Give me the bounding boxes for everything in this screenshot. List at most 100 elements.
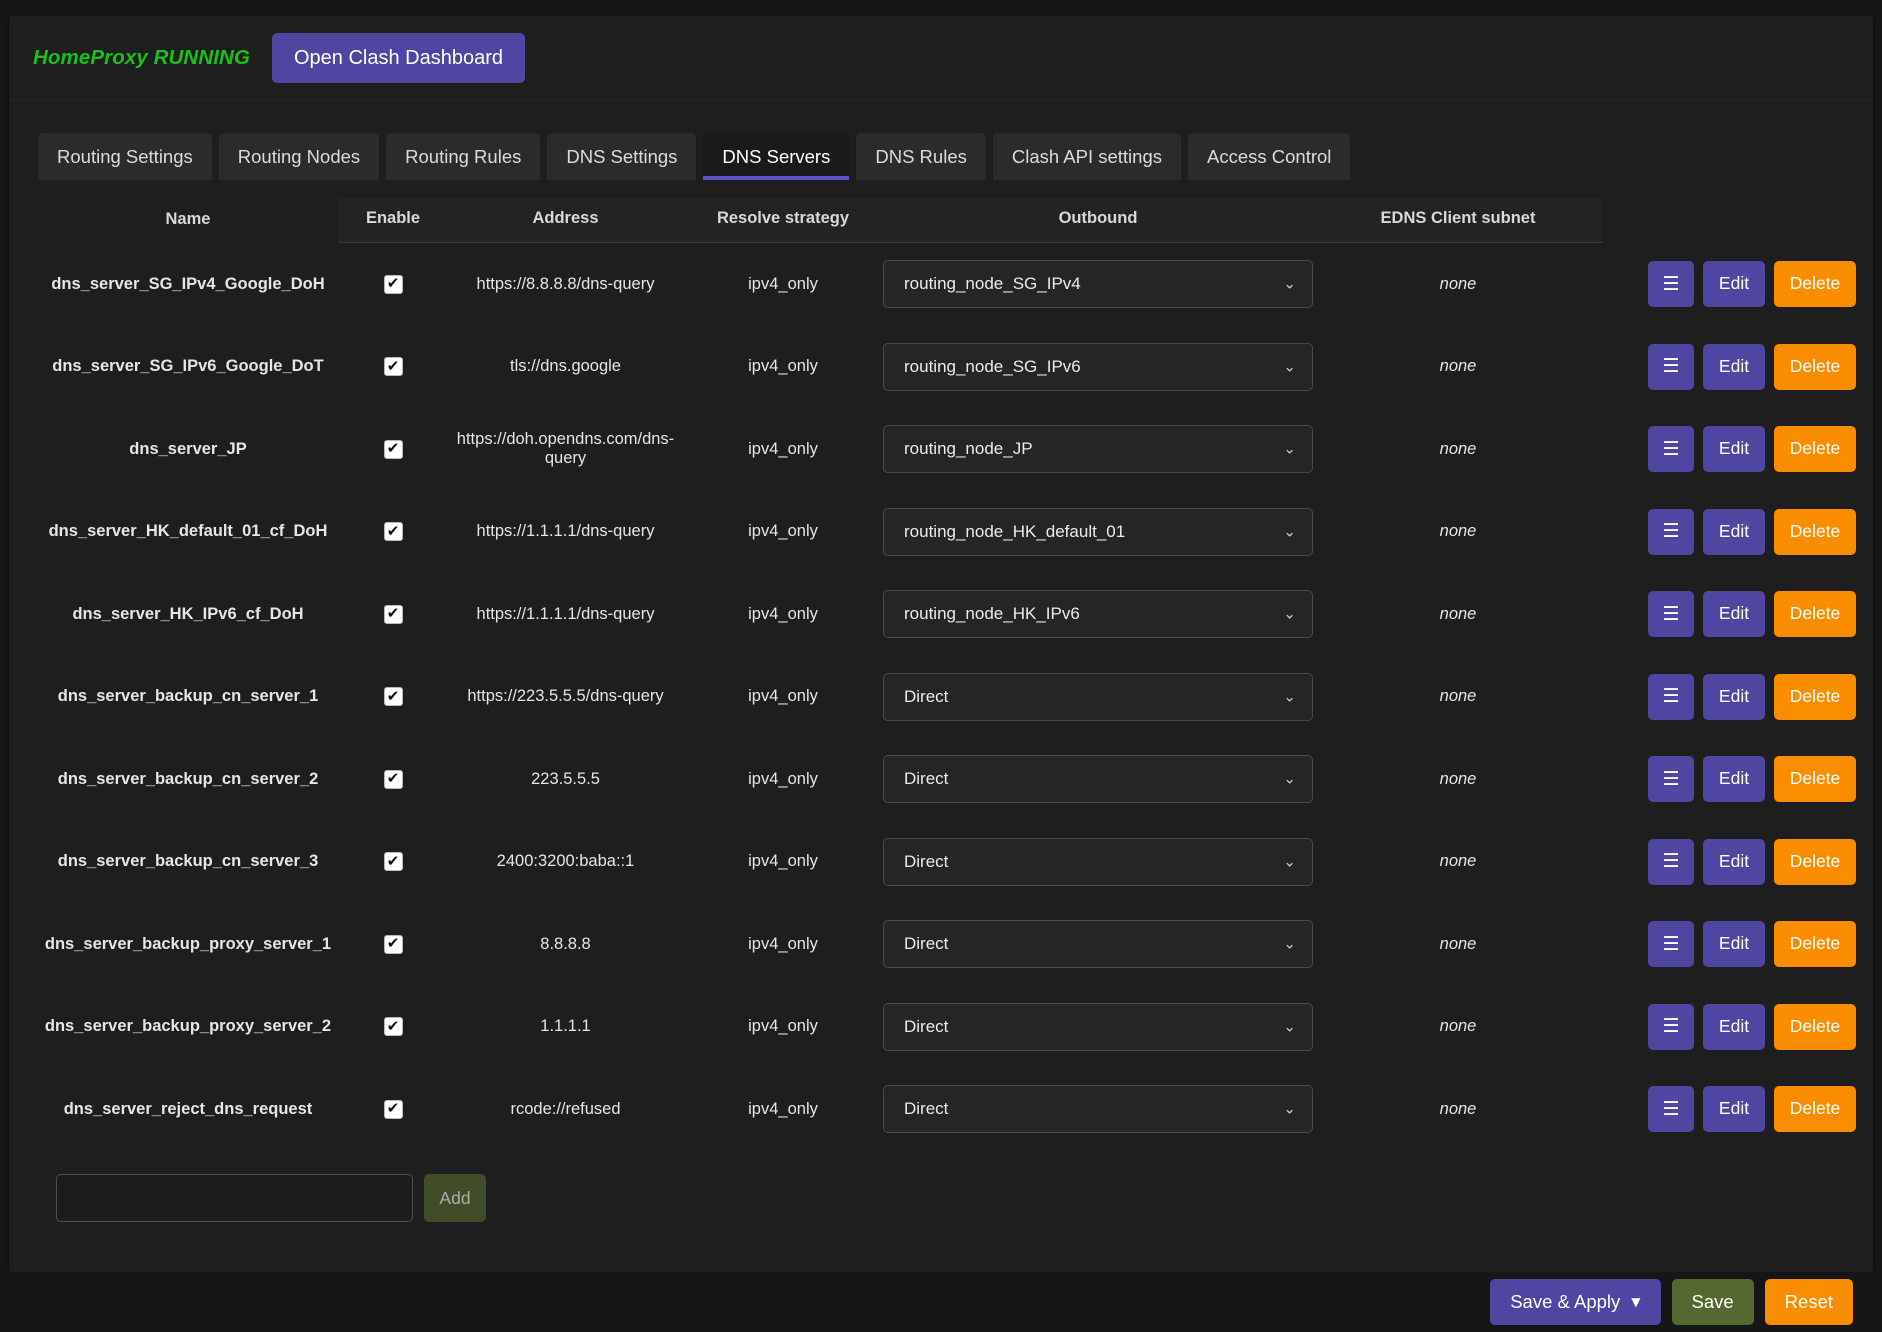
delete-button[interactable]: Delete: [1774, 508, 1856, 555]
hamburger-icon[interactable]: ☰: [1648, 261, 1694, 308]
outbound-select[interactable]: Direct ⌄: [883, 1085, 1313, 1134]
row-actions: ☰ Edit Delete: [1603, 1086, 1858, 1133]
outbound-select[interactable]: Direct ⌄: [883, 755, 1313, 804]
outbound-select[interactable]: Direct ⌄: [883, 672, 1313, 721]
new-server-name-input[interactable]: [56, 1174, 413, 1223]
delete-button[interactable]: Delete: [1774, 673, 1856, 720]
enable-cell: [338, 408, 448, 491]
reset-button[interactable]: Reset: [1764, 1279, 1853, 1325]
outbound-select[interactable]: Direct ⌄: [883, 837, 1313, 886]
server-address: 2400:3200:baba::1: [496, 852, 635, 871]
enable-checkbox[interactable]: [383, 934, 403, 954]
delete-button[interactable]: Delete: [1774, 756, 1856, 803]
enable-checkbox[interactable]: [383, 1017, 403, 1037]
enable-checkbox[interactable]: [383, 687, 403, 707]
save-and-apply-button[interactable]: Save & Apply ▼: [1490, 1279, 1661, 1325]
table-header: Name Enable Address Resolve strategy Out…: [38, 198, 1858, 244]
add-server-button[interactable]: Add: [424, 1174, 486, 1223]
server-address: 1.1.1.1: [540, 1017, 591, 1036]
outbound-select[interactable]: routing_node_HK_IPv6 ⌄: [883, 590, 1313, 639]
hamburger-icon[interactable]: ☰: [1648, 921, 1694, 968]
hamburger-icon[interactable]: ☰: [1648, 426, 1694, 473]
add-server-row: Add: [9, 1150, 1873, 1223]
row-actions: ☰ Edit Delete: [1603, 261, 1858, 308]
enable-checkbox[interactable]: [383, 357, 403, 377]
outbound-select[interactable]: routing_node_SG_IPv4 ⌄: [883, 260, 1313, 309]
chevron-down-icon: ⌄: [1283, 852, 1296, 871]
edit-button[interactable]: Edit: [1703, 673, 1765, 720]
hamburger-icon[interactable]: ☰: [1648, 508, 1694, 555]
edit-button[interactable]: Edit: [1703, 1003, 1765, 1050]
resolve-strategy: ipv4_only: [748, 852, 818, 871]
delete-button[interactable]: Delete: [1774, 1003, 1856, 1050]
delete-button[interactable]: Delete: [1774, 591, 1856, 638]
outbound-cell: Direct ⌄: [883, 903, 1313, 986]
enable-checkbox[interactable]: [383, 604, 403, 624]
hamburger-icon[interactable]: ☰: [1648, 673, 1694, 720]
resolve-strategy: ipv4_only: [748, 934, 818, 953]
outbound-select[interactable]: routing_node_SG_IPv6 ⌄: [883, 342, 1313, 391]
hamburger-icon[interactable]: ☰: [1648, 838, 1694, 885]
row-actions-cell: ☰ Edit Delete: [1603, 903, 1858, 986]
open-clash-dashboard-button[interactable]: Open Clash Dashboard: [272, 32, 526, 83]
edit-button[interactable]: Edit: [1703, 591, 1765, 638]
edit-button[interactable]: Edit: [1703, 921, 1765, 968]
edit-button[interactable]: Edit: [1703, 261, 1765, 308]
enable-checkbox[interactable]: [383, 274, 403, 294]
edns-client-subnet: none: [1439, 769, 1477, 788]
server-address: https://223.5.5.5/dns-query: [467, 687, 664, 706]
enable-checkbox[interactable]: [383, 522, 403, 542]
table-row: dns_server_backup_proxy_server_2 1.1.1.1 i…: [38, 985, 1858, 1068]
tab-clash-api-settings[interactable]: Clash API settings: [992, 133, 1181, 181]
tab-routing-nodes[interactable]: Routing Nodes: [218, 133, 380, 181]
tab-dns-servers[interactable]: DNS Servers: [703, 133, 850, 181]
server-address: https://doh.opendns.com/dns-query: [456, 430, 675, 468]
tab-dns-settings[interactable]: DNS Settings: [547, 133, 697, 181]
enable-cell: [338, 573, 448, 656]
enable-checkbox[interactable]: [383, 852, 403, 872]
outbound-select[interactable]: Direct ⌄: [883, 1002, 1313, 1051]
outbound-select[interactable]: Direct ⌄: [883, 920, 1313, 969]
enable-checkbox[interactable]: [383, 439, 403, 459]
enable-cell: [338, 243, 448, 326]
outbound-select[interactable]: routing_node_JP ⌄: [883, 425, 1313, 474]
outbound-cell: routing_node_HK_IPv6 ⌄: [883, 573, 1313, 656]
delete-button[interactable]: Delete: [1774, 1086, 1856, 1133]
hamburger-icon[interactable]: ☰: [1648, 756, 1694, 803]
hamburger-icon[interactable]: ☰: [1648, 343, 1694, 390]
edit-button[interactable]: Edit: [1703, 508, 1765, 555]
edns-client-subnet: none: [1439, 852, 1477, 871]
hamburger-icon[interactable]: ☰: [1648, 1003, 1694, 1050]
edns-client-subnet: none: [1439, 1099, 1477, 1118]
delete-button[interactable]: Delete: [1774, 921, 1856, 968]
tab-access-control[interactable]: Access Control: [1188, 133, 1351, 181]
outbound-selected-value: routing_node_SG_IPv4: [904, 274, 1081, 294]
hamburger-icon[interactable]: ☰: [1648, 591, 1694, 638]
resolve-strategy: ipv4_only: [748, 1017, 818, 1036]
row-actions: ☰ Edit Delete: [1603, 508, 1858, 555]
row-actions: ☰ Edit Delete: [1603, 426, 1858, 473]
edit-button[interactable]: Edit: [1703, 756, 1765, 803]
outbound-selected-value: routing_node_HK_IPv6: [904, 604, 1080, 624]
edit-button[interactable]: Edit: [1703, 1086, 1765, 1133]
enable-checkbox[interactable]: [383, 769, 403, 789]
outbound-select[interactable]: routing_node_HK_default_01 ⌄: [883, 507, 1313, 556]
hamburger-icon[interactable]: ☰: [1648, 1086, 1694, 1133]
edit-button[interactable]: Edit: [1703, 343, 1765, 390]
delete-button[interactable]: Delete: [1774, 261, 1856, 308]
page-root: HomeProxy RUNNING Open Clash Dashboard R…: [0, 0, 1882, 1332]
delete-button[interactable]: Delete: [1774, 343, 1856, 390]
edit-button[interactable]: Edit: [1703, 838, 1765, 885]
delete-button[interactable]: Delete: [1774, 838, 1856, 885]
content-panel: HomeProxy RUNNING Open Clash Dashboard R…: [9, 16, 1873, 1272]
edit-button[interactable]: Edit: [1703, 426, 1765, 473]
enable-checkbox[interactable]: [383, 1099, 403, 1119]
delete-button[interactable]: Delete: [1774, 426, 1856, 473]
tab-routing-rules[interactable]: Routing Rules: [386, 133, 541, 181]
tab-dns-rules[interactable]: DNS Rules: [856, 133, 986, 181]
tab-routing-settings[interactable]: Routing Settings: [38, 133, 212, 181]
chevron-down-icon: ⌄: [1283, 357, 1296, 376]
resolve-strategy: ipv4_only: [748, 1099, 818, 1118]
save-button[interactable]: Save: [1671, 1279, 1754, 1325]
table-row: dns_server_HK_default_01_cf_DoH https://1…: [38, 490, 1858, 573]
